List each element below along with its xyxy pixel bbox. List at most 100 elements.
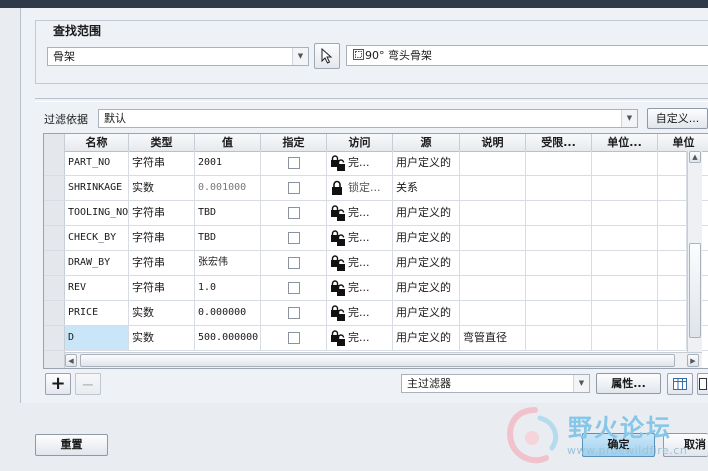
table-row[interactable]: PRICE 实数 0.000000 完... 用户定义的 [44, 301, 708, 326]
column-header-restricted[interactable]: 受限... [526, 134, 592, 151]
cell-description[interactable] [460, 201, 526, 225]
cell-source[interactable]: 用户定义的 [393, 276, 460, 300]
cell-description[interactable] [460, 276, 526, 300]
cell-type[interactable]: 字符串 [129, 226, 195, 250]
cell-unit[interactable] [658, 251, 687, 275]
cell-unit_type[interactable] [592, 226, 658, 250]
cell-name[interactable]: SHRINKAGE [65, 176, 129, 200]
cell-unit[interactable] [658, 201, 687, 225]
reference-model-field[interactable]: 90° 弯头骨架 [346, 45, 708, 66]
designate-checkbox[interactable] [287, 207, 300, 219]
cell-unit_type[interactable] [592, 176, 658, 200]
cell-type[interactable]: 字符串 [129, 276, 195, 300]
row-gutter[interactable] [44, 301, 65, 325]
cell-value[interactable]: TBD [195, 226, 261, 250]
column-header-type[interactable]: 类型 [129, 134, 195, 151]
cell-value[interactable]: 2001 [195, 151, 261, 175]
column-header-source[interactable]: 源 [393, 134, 460, 151]
cell-access[interactable]: 锁定... [327, 176, 393, 200]
table-row[interactable]: SHRINKAGE 实数 0.001000 锁定... 关系 [44, 176, 708, 201]
cell-description[interactable] [460, 176, 526, 200]
cell-source[interactable]: 用户定义的 [393, 151, 460, 175]
column-header-unit[interactable]: 单位 [658, 134, 708, 151]
cell-unit[interactable] [658, 326, 687, 350]
cell-unit_type[interactable] [592, 151, 658, 175]
cell-access[interactable]: 完... [327, 151, 393, 175]
customize-button[interactable]: 自定义... [647, 108, 708, 129]
column-header-description[interactable]: 说明 [460, 134, 526, 151]
row-gutter[interactable] [44, 151, 65, 175]
table-row[interactable]: CHECK_BY 字符串 TBD 完... 用户定义的 [44, 226, 708, 251]
column-header-designate[interactable]: 指定 [261, 134, 327, 151]
vertical-scroll-thumb[interactable] [689, 243, 701, 338]
cell-access[interactable]: 完... [327, 226, 393, 250]
filter-select[interactable]: 默认 ▼ [98, 109, 638, 128]
cell-type[interactable]: 字符串 [129, 201, 195, 225]
cell-restricted[interactable] [526, 226, 592, 250]
cell-designate[interactable] [261, 201, 327, 225]
cell-source[interactable]: 用户定义的 [393, 301, 460, 325]
horizontal-scroll-thumb[interactable] [80, 354, 675, 367]
cell-designate[interactable] [261, 301, 327, 325]
scroll-up-arrow[interactable]: ▲ [689, 151, 701, 163]
cell-restricted[interactable] [526, 326, 592, 350]
cell-restricted[interactable] [526, 176, 592, 200]
designate-checkbox[interactable] [287, 157, 300, 169]
cell-restricted[interactable] [526, 251, 592, 275]
scroll-left-arrow[interactable]: ◀ [65, 354, 77, 367]
designate-checkbox[interactable] [287, 232, 300, 244]
cell-designate[interactable] [261, 151, 327, 175]
cell-name[interactable]: DRAW_BY [65, 251, 129, 275]
table-row[interactable]: TOOLING_NO 字符串 TBD 完... 用户定义的 [44, 201, 708, 226]
cell-unit[interactable] [658, 176, 687, 200]
cell-designate[interactable] [261, 326, 327, 350]
cell-unit_type[interactable] [592, 301, 658, 325]
cell-access[interactable]: 完... [327, 301, 393, 325]
cell-access[interactable]: 完... [327, 326, 393, 350]
row-gutter[interactable] [44, 251, 65, 275]
cell-source[interactable]: 用户定义的 [393, 201, 460, 225]
cell-designate[interactable] [261, 226, 327, 250]
cell-unit_type[interactable] [592, 251, 658, 275]
row-gutter[interactable] [44, 176, 65, 200]
designate-checkbox[interactable] [287, 257, 300, 269]
cell-description[interactable] [460, 151, 526, 175]
cell-unit_type[interactable] [592, 326, 658, 350]
cell-value[interactable]: 0.000000 [195, 301, 261, 325]
row-gutter[interactable] [44, 226, 65, 250]
cell-description[interactable]: 弯管直径 [460, 326, 526, 350]
cell-designate[interactable] [261, 251, 327, 275]
cell-unit[interactable] [658, 226, 687, 250]
cell-unit[interactable] [658, 151, 687, 175]
cell-access[interactable]: 完... [327, 251, 393, 275]
vertical-scrollbar[interactable]: ▲ [687, 151, 702, 352]
cell-unit[interactable] [658, 276, 687, 300]
cell-restricted[interactable] [526, 151, 592, 175]
cell-name[interactable]: PRICE [65, 301, 129, 325]
designate-checkbox[interactable] [287, 307, 300, 319]
row-gutter[interactable] [44, 201, 65, 225]
cell-description[interactable] [460, 301, 526, 325]
cell-restricted[interactable] [526, 301, 592, 325]
details-button[interactable] [697, 373, 708, 395]
cell-designate[interactable] [261, 276, 327, 300]
designate-checkbox[interactable] [287, 332, 300, 344]
cell-source[interactable]: 关系 [393, 176, 460, 200]
add-parameter-button[interactable]: + [45, 373, 71, 395]
table-row[interactable]: PART_NO 字符串 2001 完... 用户定义的 [44, 151, 708, 176]
column-header-access[interactable]: 访问 [327, 134, 393, 151]
cell-value[interactable]: 500.000000 [195, 326, 261, 350]
cell-name[interactable]: PART_NO [65, 151, 129, 175]
scope-select[interactable]: 骨架 ▼ [47, 47, 309, 66]
designate-checkbox[interactable] [287, 282, 300, 294]
cell-value[interactable]: 0.001000 [195, 176, 261, 200]
cell-designate[interactable] [261, 176, 327, 200]
cell-type[interactable]: 实数 [129, 176, 195, 200]
cell-type[interactable]: 字符串 [129, 251, 195, 275]
scroll-right-arrow[interactable]: ▶ [687, 354, 699, 367]
table-view-button[interactable] [667, 373, 693, 395]
main-filter-select[interactable]: 主过滤器 ▼ [401, 374, 590, 393]
cell-unit_type[interactable] [592, 276, 658, 300]
cell-type[interactable]: 字符串 [129, 151, 195, 175]
cell-unit[interactable] [658, 301, 687, 325]
